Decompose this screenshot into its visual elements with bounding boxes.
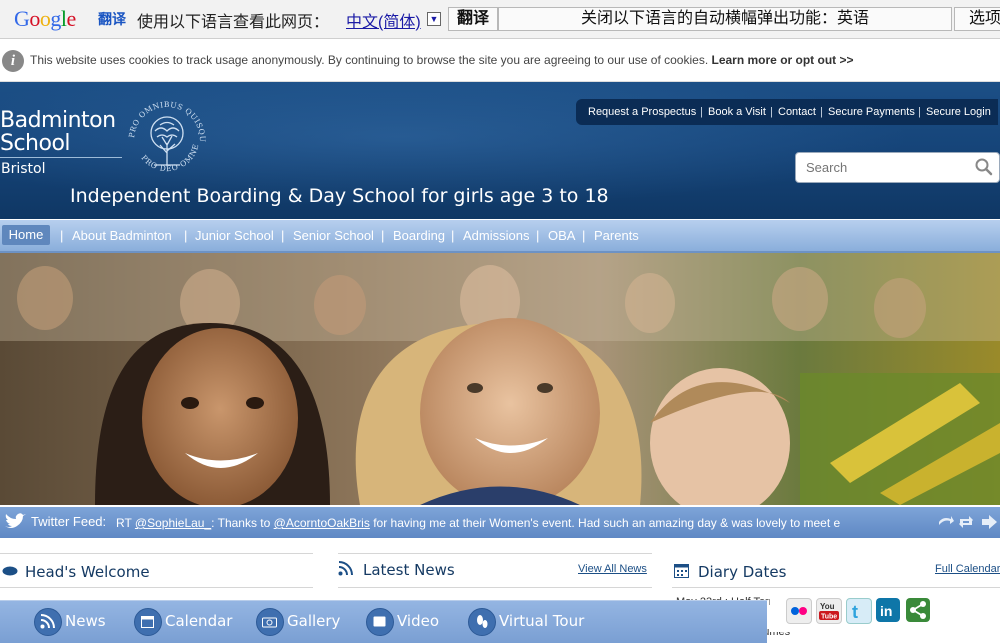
nav-separator: |: [582, 228, 586, 243]
section-divider: [0, 587, 313, 588]
share-icon[interactable]: [906, 598, 930, 622]
nav-item-junior-school[interactable]: Junior School: [195, 228, 274, 243]
search-box: [795, 152, 1000, 183]
section-divider: [338, 553, 652, 554]
nav-separator: |: [381, 228, 385, 243]
nav-separator: |: [184, 228, 188, 243]
nav-separator: |: [451, 228, 455, 243]
link-separator: |: [918, 106, 921, 118]
google-translate-bar: Google 翻译 使用以下语言查看此网页： 中文(简体) ▼ 翻译 关闭以下语…: [0, 0, 1000, 39]
twitter-bird-icon: [5, 513, 26, 528]
school-location: Bristol: [1, 161, 46, 177]
tweet-text-part: for having me at their Women's event. Ha…: [369, 516, 841, 530]
prospectus-link[interactable]: Request a Prospectus: [588, 106, 696, 118]
main-nav: Home | About Badminton | Junior School |…: [0, 220, 1000, 253]
tweet-mention-link[interactable]: @AcorntoOakBris: [274, 516, 370, 530]
cookie-notice: i This website uses cookies to track usa…: [0, 39, 1000, 82]
school-name-line2: School: [0, 131, 71, 156]
book-visit-link[interactable]: Book a Visit: [708, 106, 766, 118]
twitter-feed-bar: Twitter Feed: RT @SophieLau_: Thanks to …: [0, 507, 1000, 538]
film-icon: [373, 616, 386, 627]
camera-icon: [262, 617, 277, 628]
twitter-feed-label: Twitter Feed:: [31, 514, 107, 529]
quick-link-label: Video: [397, 612, 440, 630]
nav-separator: |: [281, 228, 285, 243]
tweet-prefix: RT: [116, 516, 135, 530]
google-logo: Google: [14, 6, 76, 31]
tweet-text-part: : Thanks to: [211, 516, 274, 530]
link-separator: |: [820, 106, 823, 118]
linkedin-icon[interactable]: in: [876, 598, 900, 622]
social-links: You Tube t in: [770, 596, 1000, 632]
hero-photo-children: [0, 253, 1000, 505]
next-arrow-icon[interactable]: [980, 513, 998, 531]
disable-auto-popup-button[interactable]: 关闭以下语言的自动横幅弹出功能：英语: [498, 7, 952, 31]
contact-link[interactable]: Contact: [778, 106, 816, 118]
svg-text:You: You: [820, 602, 835, 611]
view-all-news-link[interactable]: View All News: [578, 563, 647, 575]
nav-item-admissions[interactable]: Admissions: [463, 228, 529, 243]
search-input[interactable]: [806, 159, 956, 175]
cookie-message: This website uses cookies to track usage…: [30, 53, 854, 67]
section-divider: [0, 553, 313, 554]
full-calendar-link[interactable]: Full Calendar: [935, 563, 1000, 575]
svg-text:t: t: [852, 602, 858, 622]
tweet-mention-link[interactable]: @SophieLau_: [135, 516, 211, 530]
retweet-icon[interactable]: [957, 513, 975, 531]
translate-prompt: 使用以下语言查看此网页：: [137, 14, 330, 31]
flickr-icon[interactable]: [786, 598, 812, 624]
options-button[interactable]: 选项: [954, 7, 1000, 31]
quick-link-label: Calendar: [165, 612, 233, 630]
nav-item-senior-school[interactable]: Senior School: [293, 228, 374, 243]
logo-divider: [0, 157, 122, 158]
nav-separator: |: [60, 228, 64, 243]
nav-item-oba[interactable]: OBA: [548, 228, 575, 243]
rss-icon: [338, 561, 353, 576]
twitter-icon[interactable]: t: [846, 598, 872, 624]
secure-payments-link[interactable]: Secure Payments: [828, 106, 915, 118]
nav-item-home[interactable]: Home: [2, 225, 50, 245]
svg-text:Tube: Tube: [821, 614, 837, 621]
section-divider: [672, 587, 1000, 588]
site-header: Badminton School Bristol PRO OMNIBUS QUI…: [0, 82, 1000, 219]
reply-icon[interactable]: [936, 513, 954, 531]
svg-text:in: in: [880, 603, 892, 619]
language-select[interactable]: 中文(简体): [346, 8, 421, 32]
translate-label: 翻译: [98, 11, 126, 27]
latest-news-heading[interactable]: Latest News: [363, 561, 455, 579]
school-tagline: Independent Boarding & Day School for gi…: [70, 185, 609, 207]
cookie-learn-more-link[interactable]: Learn more or opt out >>: [712, 53, 854, 67]
quick-link-label: Gallery: [287, 612, 341, 630]
utility-links: Request a Prospectus | Book a Visit | Co…: [576, 99, 998, 125]
speech-bubble-icon: [2, 566, 18, 576]
nav-separator: |: [536, 228, 540, 243]
translate-button[interactable]: 翻译: [448, 7, 498, 31]
section-divider: [338, 587, 652, 588]
link-separator: |: [770, 106, 773, 118]
tweet-text: RT @SophieLau_: Thanks to @AcorntoOakBri…: [116, 516, 846, 530]
youtube-icon[interactable]: You Tube: [816, 598, 842, 624]
language-dropdown-icon[interactable]: ▼: [427, 12, 441, 26]
rss-icon: [40, 614, 55, 629]
search-icon[interactable]: [974, 157, 994, 177]
nav-item-parents[interactable]: Parents: [594, 228, 639, 243]
school-name-line1: Badminton: [0, 108, 116, 133]
nav-item-boarding[interactable]: Boarding: [393, 228, 445, 243]
quick-links-bar: News Calendar Gallery Video Virtual Tour: [0, 600, 767, 643]
info-icon: i: [2, 50, 24, 72]
footprint-icon: [477, 615, 488, 628]
calendar-glyph-icon: [141, 616, 154, 628]
school-crest-icon: PRO OMNIBUS QUISQUE PRO DEO OMNES: [122, 95, 207, 173]
quick-link-label: News: [65, 612, 106, 630]
nav-item-about[interactable]: About Badminton: [72, 228, 172, 243]
secure-login-link[interactable]: Secure Login: [926, 106, 991, 118]
diary-dates-heading[interactable]: Diary Dates: [698, 563, 786, 581]
calendar-icon: [674, 564, 689, 578]
heads-welcome-heading[interactable]: Head's Welcome: [25, 563, 150, 581]
cookie-text: This website uses cookies to track usage…: [30, 53, 709, 67]
quick-link-label: Virtual Tour: [499, 612, 585, 630]
link-separator: |: [700, 106, 703, 118]
